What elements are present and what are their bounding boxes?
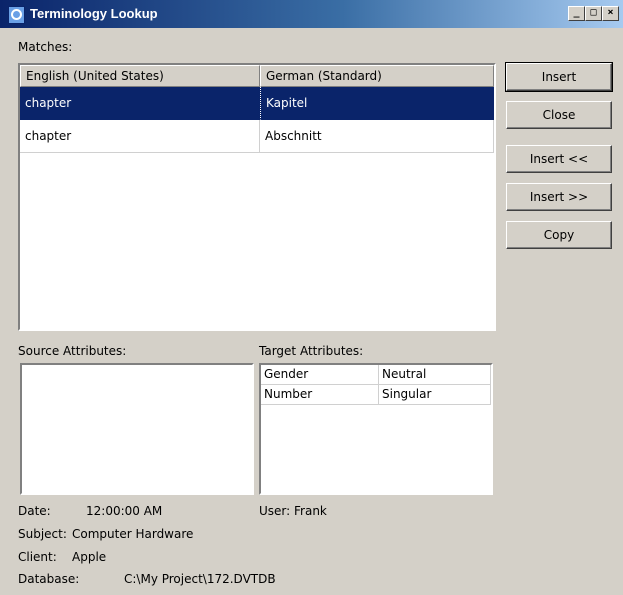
- database-label: Database:: [18, 572, 80, 586]
- attribute-name: Number: [261, 385, 379, 405]
- match-row[interactable]: chapter Kapitel: [20, 87, 494, 120]
- match-source-cell: chapter: [20, 120, 260, 153]
- copy-button[interactable]: Copy: [506, 221, 612, 249]
- target-attributes-label: Target Attributes:: [259, 344, 364, 358]
- date-label: Date:: [18, 504, 51, 518]
- matches-list[interactable]: English (United States) German (Standard…: [18, 63, 496, 331]
- subject-value: Computer Hardware: [72, 527, 194, 541]
- client-label: Client:: [18, 550, 57, 564]
- close-window-button[interactable]: ×: [602, 6, 619, 21]
- terminology-lookup-icon: [8, 6, 25, 24]
- column-header-target[interactable]: German (Standard): [260, 65, 494, 87]
- source-attributes-label: Source Attributes:: [18, 344, 127, 358]
- attribute-value: Neutral: [379, 365, 491, 385]
- window-title: Terminology Lookup: [30, 6, 158, 21]
- insert-previous-button[interactable]: Insert <<: [506, 145, 612, 173]
- date-value: 12:00:00 AM: [86, 504, 163, 518]
- client-value: Apple: [72, 550, 107, 564]
- attribute-name: Gender: [261, 365, 379, 385]
- column-header-source[interactable]: English (United States): [20, 65, 260, 87]
- title-bar[interactable]: Terminology Lookup _ □ ×: [0, 0, 623, 28]
- match-target-cell: Abschnitt: [260, 120, 494, 153]
- database-value: C:\My Project\172.DVTDB: [124, 572, 276, 586]
- matches-label: Matches:: [18, 40, 73, 54]
- match-source-cell: chapter: [20, 87, 260, 120]
- attribute-value: Singular: [379, 385, 491, 405]
- target-attributes-list[interactable]: Gender Neutral Number Singular: [259, 363, 493, 495]
- source-attributes-list[interactable]: [20, 363, 254, 495]
- close-button[interactable]: Close: [506, 101, 612, 129]
- maximize-button[interactable]: □: [585, 6, 602, 21]
- attribute-row[interactable]: Number Singular: [261, 385, 491, 405]
- attribute-row[interactable]: Gender Neutral: [261, 365, 491, 385]
- match-row[interactable]: chapter Abschnitt: [20, 120, 494, 153]
- insert-button[interactable]: Insert: [505, 62, 613, 92]
- match-target-cell: Kapitel: [260, 87, 494, 120]
- minimize-button[interactable]: _: [568, 6, 585, 21]
- user-value: User: Frank: [259, 504, 327, 518]
- subject-label: Subject:: [18, 527, 67, 541]
- terminology-lookup-window: Terminology Lookup _ □ × Matches: Englis…: [0, 0, 623, 595]
- insert-next-button[interactable]: Insert >>: [506, 183, 612, 211]
